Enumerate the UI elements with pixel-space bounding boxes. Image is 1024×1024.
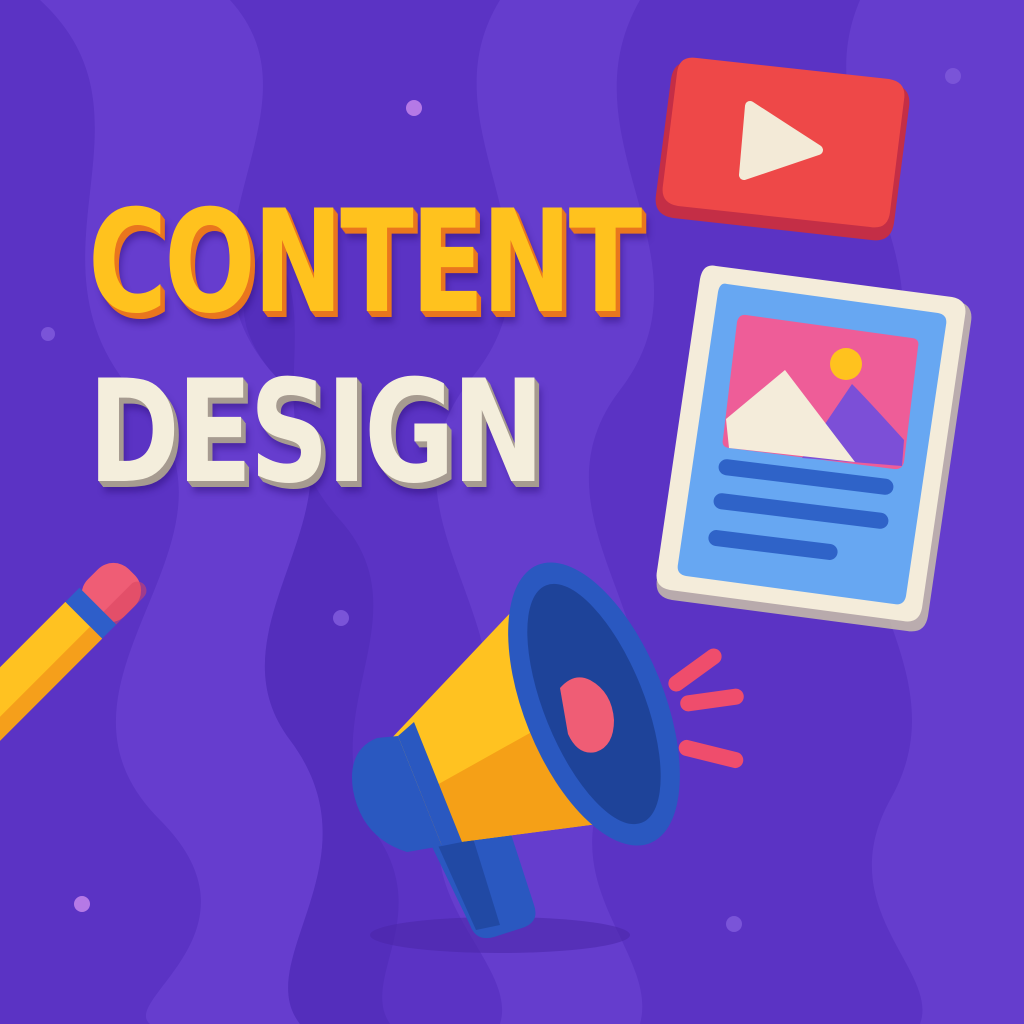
pencil-icon: [0, 562, 147, 752]
sound-wave-line: [668, 648, 722, 692]
video-play-icon: [655, 57, 910, 241]
card-image-sun: [830, 348, 862, 380]
sound-wave-line: [680, 688, 744, 712]
poster-canvas: CONTENT DESIGN: [0, 0, 1024, 1024]
background-dot: [41, 327, 55, 341]
megaphone-icon: [352, 562, 744, 953]
headline-content: CONTENT: [88, 180, 642, 345]
headline-design: DESIGN: [88, 350, 545, 515]
sound-wave-line: [678, 739, 744, 769]
background-dot: [74, 896, 90, 912]
background-dot: [406, 100, 422, 116]
background-dot: [945, 68, 961, 84]
